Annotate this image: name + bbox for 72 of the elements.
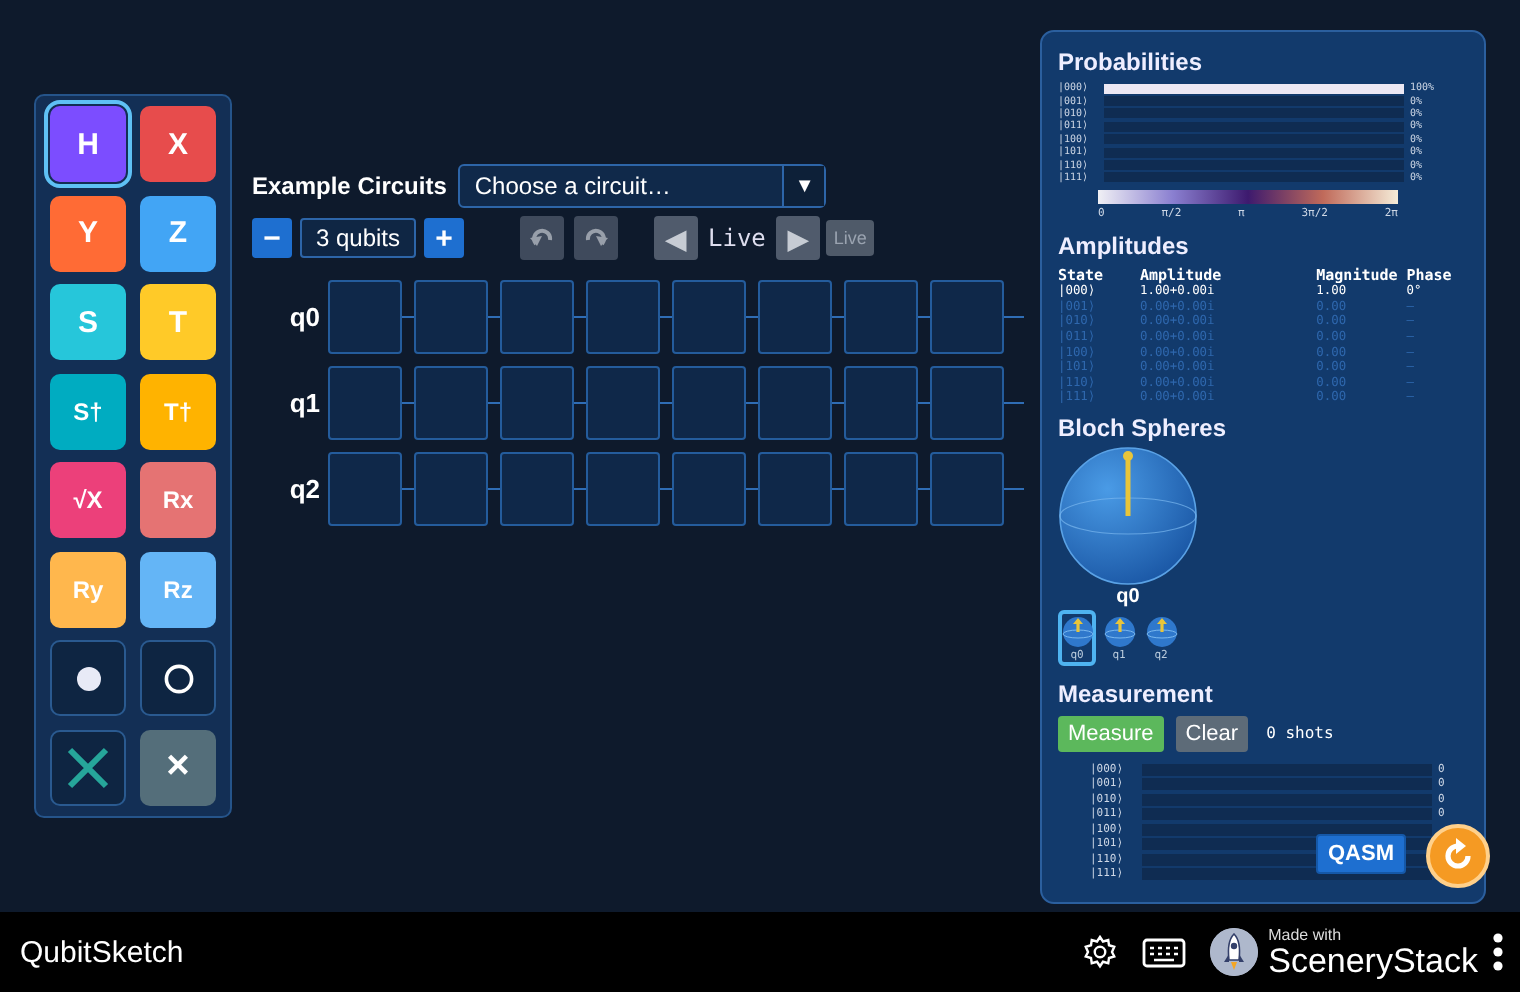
circuit-slot[interactable] xyxy=(328,366,402,440)
swap-button[interactable] xyxy=(50,729,126,805)
circuit-slot[interactable] xyxy=(672,366,746,440)
gate-button[interactable]: S xyxy=(50,284,126,360)
circuit-slot[interactable] xyxy=(844,280,918,354)
keyboard-icon[interactable] xyxy=(1142,937,1187,967)
mode-label: Live xyxy=(708,224,766,252)
step-forward-button[interactable]: ▶ xyxy=(775,216,820,260)
gate-button[interactable]: √X xyxy=(50,462,126,538)
ring-icon xyxy=(163,663,193,693)
reset-button[interactable] xyxy=(1426,824,1490,888)
gate-button[interactable]: X xyxy=(140,106,216,182)
undo-icon xyxy=(530,228,554,248)
circuit-slot[interactable] xyxy=(930,366,1004,440)
app-title: QubitSketch xyxy=(20,935,184,969)
circuit-slot[interactable] xyxy=(586,366,660,440)
circuit-slot[interactable] xyxy=(930,452,1004,526)
circuit-slot[interactable] xyxy=(758,280,832,354)
qubit-label: q2 xyxy=(287,474,322,504)
circuit-slot[interactable] xyxy=(414,366,488,440)
gate-button[interactable]: Z xyxy=(140,195,216,271)
gate-button[interactable]: Rx xyxy=(140,462,216,538)
circuit-slot[interactable] xyxy=(844,366,918,440)
cross-icon xyxy=(66,745,110,789)
section-title: Measurement xyxy=(1058,679,1215,708)
made-with-label: Made with xyxy=(1268,927,1344,943)
rocket-logo-icon xyxy=(1210,928,1259,976)
circuit-slot[interactable] xyxy=(414,452,488,526)
measure-button[interactable]: Measure xyxy=(1058,715,1164,752)
circuit-slot[interactable] xyxy=(586,452,660,526)
qasm-button[interactable]: QASM xyxy=(1316,834,1406,874)
section-title: Bloch Spheres xyxy=(1058,413,1229,442)
circuit-slot[interactable] xyxy=(328,280,402,354)
circuit-slot[interactable] xyxy=(672,452,746,526)
circuit-slot[interactable] xyxy=(672,280,746,354)
qubit-count-field: 3 qubits xyxy=(300,218,416,258)
redo-icon xyxy=(584,228,608,248)
gate-button[interactable]: Y xyxy=(50,195,126,271)
qubit-label: q1 xyxy=(287,388,322,418)
circuit-slot[interactable] xyxy=(414,280,488,354)
gate-button[interactable]: H xyxy=(50,106,126,182)
delete-button[interactable]: × xyxy=(140,729,216,805)
menu-icon[interactable] xyxy=(1492,932,1504,972)
circuit-slot[interactable] xyxy=(844,452,918,526)
circuit-slot[interactable] xyxy=(500,366,574,440)
gate-button[interactable]: Rz xyxy=(140,551,216,627)
circuit-slot[interactable] xyxy=(586,280,660,354)
clear-button[interactable]: Clear xyxy=(1175,715,1249,752)
step-back-button[interactable]: ◀ xyxy=(654,216,698,260)
filled-dot-icon xyxy=(75,665,101,691)
circuit-slot[interactable] xyxy=(930,280,1004,354)
brand-name: SceneryStack xyxy=(1268,943,1478,977)
section-title: Amplitudes xyxy=(1058,232,1191,261)
reset-icon xyxy=(1440,838,1476,874)
anticontrol-button[interactable] xyxy=(140,640,216,716)
circuit-slot[interactable] xyxy=(500,280,574,354)
circuit-slot[interactable] xyxy=(758,452,832,526)
circuit-slot[interactable] xyxy=(758,366,832,440)
bloch-sphere-drawing xyxy=(1058,445,1198,586)
circuit-slot[interactable] xyxy=(328,452,402,526)
circuit-dropdown[interactable]: Choose a circuit… ▼ xyxy=(458,164,827,208)
control-button[interactable] xyxy=(50,640,126,716)
shot-count: 0 shots xyxy=(1266,724,1334,743)
gate-button[interactable]: S† xyxy=(50,373,126,449)
circuit-slot[interactable] xyxy=(500,452,574,526)
qubit-label: q0 xyxy=(287,302,322,332)
settings-icon[interactable] xyxy=(1082,934,1119,970)
add-qubit-button[interactable]: + xyxy=(424,218,464,258)
example-circuits-label: Example Circuits xyxy=(252,172,447,200)
section-title: Probabilities xyxy=(1058,48,1205,76)
remove-qubit-button[interactable]: − xyxy=(252,218,292,258)
sphere-label: q0 xyxy=(1114,585,1142,608)
